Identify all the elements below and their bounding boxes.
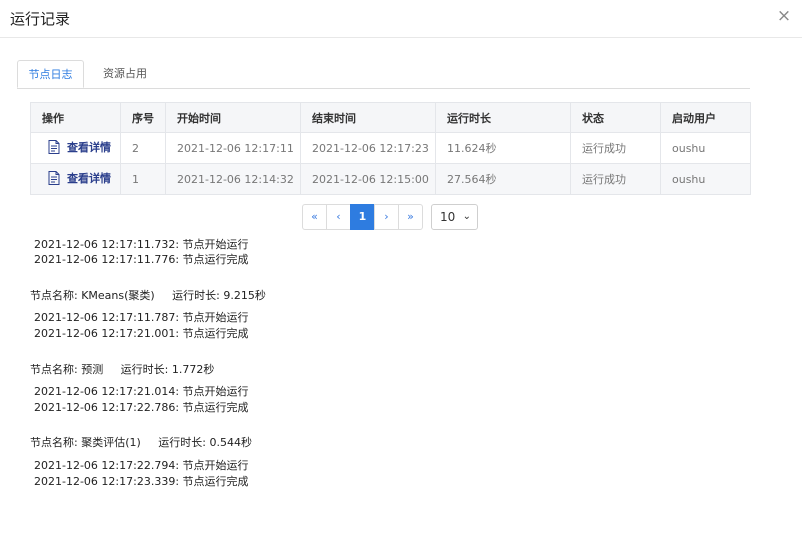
page-size-value: 10 [440,210,456,224]
log-line: 2021-12-06 12:17:22.794: 节点开始运行 [34,459,249,472]
cell-index: 1 [120,163,166,195]
pagination: « ‹ 1 › » [302,204,423,230]
column-header: 状态 [570,102,661,133]
cell-status: 运行成功 [570,132,661,164]
cell-index: 2 [120,132,166,164]
last-page-button[interactable]: » [398,204,423,230]
cell-user: oushu [660,132,751,164]
first-page-button[interactable]: « [302,204,327,230]
node-header: 节点名称: KMeans(聚类) 运行时长: 9.215秒 [30,289,266,302]
cell-start-time: 2021-12-06 12:14:32 [165,163,301,195]
table-header-row: 操作 序号 开始时间 结束时间 运行时长 状态 启动用户 [30,102,751,133]
column-header: 序号 [120,102,166,133]
log-line: 2021-12-06 12:17:23.339: 节点运行完成 [34,475,249,488]
log-line: 2021-12-06 12:17:11.787: 节点开始运行 [34,311,249,324]
tab-node-log[interactable]: 节点日志 [17,60,84,88]
cell-duration: 11.624秒 [435,132,571,164]
log-line: 2021-12-06 12:17:11.732: 节点开始运行 [34,238,249,251]
view-details-label: 查看详情 [67,172,111,185]
close-icon[interactable]: × [775,7,793,25]
next-page-button[interactable]: › [374,204,399,230]
cell-duration: 27.564秒 [435,163,571,195]
cell-user: oushu [660,163,751,195]
view-details-label: 查看详情 [67,141,111,154]
column-header: 操作 [30,102,121,133]
log-line: 2021-12-06 12:17:22.786: 节点运行完成 [34,401,249,414]
document-icon [48,171,60,185]
log-line: 2021-12-06 12:17:11.776: 节点运行完成 [34,253,249,266]
cell-end-time: 2021-12-06 12:17:23 [300,132,436,164]
node-header: 节点名称: 聚类评估(1) 运行时长: 0.544秒 [30,436,252,449]
run-record-table: 操作 序号 开始时间 结束时间 运行时长 状态 启动用户 查看详情 2 2021… [30,102,751,195]
prev-page-button[interactable]: ‹ [326,204,351,230]
tab-resource-usage[interactable]: 资源占用 [84,60,166,88]
table-row: 查看详情 1 2021-12-06 12:14:32 2021-12-06 12… [30,163,751,195]
cell-end-time: 2021-12-06 12:15:00 [300,163,436,195]
tab-bar: 节点日志 资源占用 [17,60,750,89]
document-icon [48,140,60,154]
column-header: 启动用户 [660,102,751,133]
column-header: 开始时间 [165,102,301,133]
view-details-link[interactable]: 查看详情 [42,139,111,155]
table-row: 查看详情 2 2021-12-06 12:17:11 2021-12-06 12… [30,132,751,164]
page-size-select[interactable]: 10 ⌄ [431,204,478,230]
chevron-down-icon: ⌄ [462,211,471,222]
dialog-title: 运行记录 [10,10,71,28]
node-header: 节点名称: 预测 运行时长: 1.772秒 [30,363,215,376]
log-line: 2021-12-06 12:17:21.001: 节点运行完成 [34,327,249,340]
cell-status: 运行成功 [570,163,661,195]
view-details-link[interactable]: 查看详情 [42,170,111,186]
page-button-current[interactable]: 1 [350,204,375,230]
dialog-header: 运行记录 × [0,0,802,38]
column-header: 运行时长 [435,102,571,133]
cell-start-time: 2021-12-06 12:17:11 [165,132,301,164]
log-line: 2021-12-06 12:17:21.014: 节点开始运行 [34,385,249,398]
column-header: 结束时间 [300,102,436,133]
